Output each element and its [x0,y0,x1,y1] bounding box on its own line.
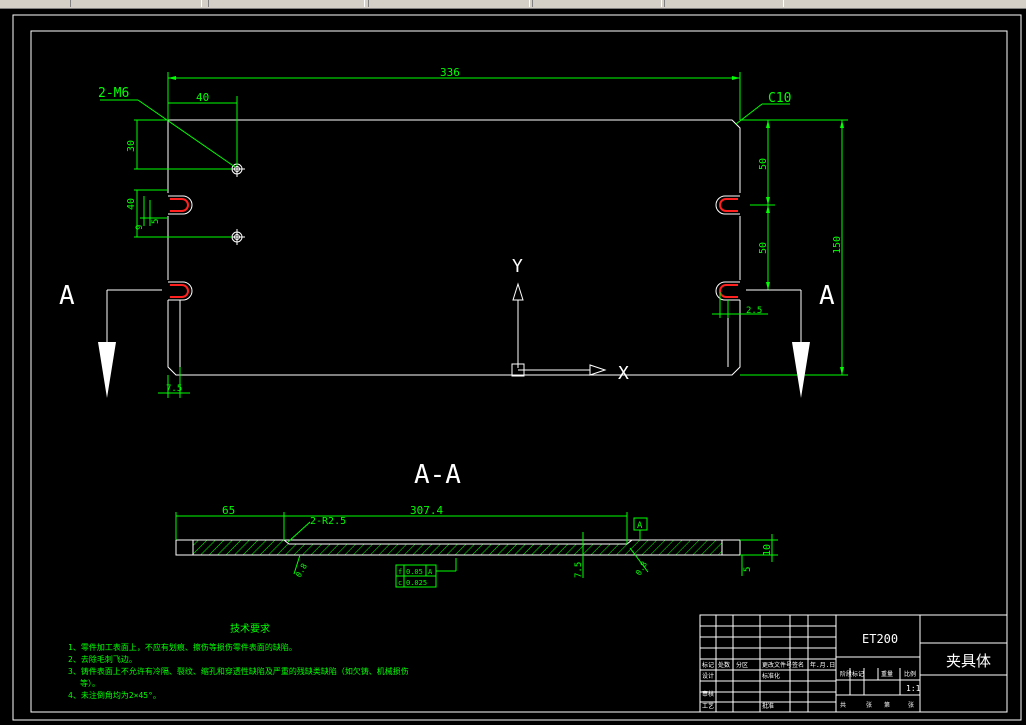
tb-label-approve: 批准 [762,702,774,710]
tb-label-count: 处数 [718,661,730,669]
tb-label-stage-mark: 阶段标记 [840,670,864,678]
tb-label-doc-no: 更改文件号 [762,661,792,669]
toolbar-tab[interactable] [208,0,365,7]
section-dim-left-text: 65 [222,504,235,517]
dim-right-pitch-1-text: 50 [758,158,769,170]
notes-item-5: 4、未注倒角均为2×45°。 [68,690,161,700]
tb-label-weight: 重量 [881,670,893,678]
tb-label-signature: 签名 [792,661,804,669]
section-depth-text: 7.5 [574,562,584,578]
tb-label-ratio: 比例 [904,670,916,678]
slot-right-upper [715,195,740,215]
section-marker-right-letter: A [819,281,835,311]
dim-right-pitch: 50 50 [740,119,848,291]
tol2-symbol: c [398,579,402,587]
dim-slot-gap-text: 5 [151,219,161,224]
tb-label-mark: 标记 [702,661,714,669]
tol1-datum: A [428,568,433,576]
dim-overall-height: 150 [740,120,848,376]
tb-label-total: 共 [840,701,846,709]
chamfer-callout-text: C10 [768,91,791,106]
toolbar-tab[interactable] [664,0,784,7]
title-block-scale: 1:1 [906,684,921,693]
technical-notes: 技术要求 1、零件加工表面上，不应有划痕、擦伤等损伤零件表面的缺陷。 2、去除毛… [68,622,409,700]
ucs-icon: Y X [511,256,629,384]
title-block-model: ET200 [862,632,898,646]
dim-overall-length-text: 336 [440,66,460,79]
section-radius-text: 2-R2.5 [310,516,346,527]
dim-edge-thickness-text: 7.5 [166,384,182,394]
section-datum-text: A [637,521,643,531]
tb-label-sheet: 张 [908,701,914,709]
dim-hole-offset-y: 30 [126,119,232,170]
dim-right-pitch-2-text: 50 [758,242,769,254]
tb-label-standard: 标准化 [762,672,780,680]
section-marker-left: A [59,281,162,398]
dim-hole-offset-x-text: 40 [196,91,209,104]
dim-slot-depth-text: 2.5 [746,306,762,316]
thread-callout: 2-M6 [98,86,236,168]
slot-left-lower [168,281,193,301]
tol1-symbol: f [398,568,402,576]
tb-label-review: 审核 [702,690,714,698]
toolbar-tab[interactable] [368,0,530,7]
section-thickness-text: 10 [762,544,773,556]
dim-slot-offset-text: 40 [126,198,137,210]
notes-item-3: 3、铸件表面上不允许有冷隔、裂纹、缩孔和穿透性缺陷及严重的残缺类缺陷（如欠铸、机… [68,666,409,676]
cad-drawing-canvas[interactable]: 336 40 2-M6 30 40 9 5 C10 50 50 150 2.5 … [0,8,1026,725]
ucs-x-label: X [618,363,629,384]
dim-overall-length: 336 [167,66,741,120]
ucs-y-label: Y [512,256,523,277]
section-marker-right: A [746,281,835,398]
section-view [175,539,741,556]
inner-frame [30,30,1008,713]
section-angle-right-text: 0.8 [634,560,649,577]
tb-label-process: 工艺 [702,702,714,710]
dim-edge-thickness: 7.5 [158,367,190,398]
chamfer-callout: C10 [735,91,791,125]
section-title: A-A [414,460,461,490]
notes-item-4: 等）。 [80,678,100,688]
tb-label-page: 第 [884,701,890,709]
toolbar-tab[interactable] [532,0,662,7]
tb-label-zone: 分区 [736,661,748,669]
tb-label-sheets: 张 [866,701,872,709]
title-block: ET200 夹具体 1:1 标记 处数 分区 更改文件号 签名 年.月.日 设计… [699,614,1008,713]
title-block-part-name: 夹具体 [946,652,991,670]
slot-left-upper [168,195,193,215]
tolerance-frame: f 0.05 A c 0.025 [395,558,457,588]
notes-item-1: 1、零件加工表面上，不应有划痕、擦伤等损伤零件表面的缺陷。 [68,642,297,652]
section-marker-left-letter: A [59,281,75,311]
notes-title: 技术要求 [230,622,270,635]
dim-slot-small-text: 9 [135,225,145,230]
thread-callout-text: 2-M6 [98,86,129,101]
tb-label-date: 年.月.日 [810,661,835,669]
section-step-text: 5 [743,567,753,572]
section-angle-left-text: 0.8 [294,562,309,579]
dim-overall-height-text: 150 [832,236,843,254]
toolbar-tab[interactable] [70,0,202,7]
notes-item-2: 2、去除毛刺飞边。 [68,654,137,664]
outer-frame [12,14,1022,721]
tol1-value: 0.05 [406,568,423,576]
tol2-value: 0.025 [406,579,427,587]
section-dim-span-text: 307.4 [410,504,443,517]
dim-hole-offset-y-text: 30 [126,140,137,152]
tb-label-design: 设计 [702,672,714,680]
plate-outline [167,119,741,376]
dim-hole-offset-x: 40 [168,91,238,166]
